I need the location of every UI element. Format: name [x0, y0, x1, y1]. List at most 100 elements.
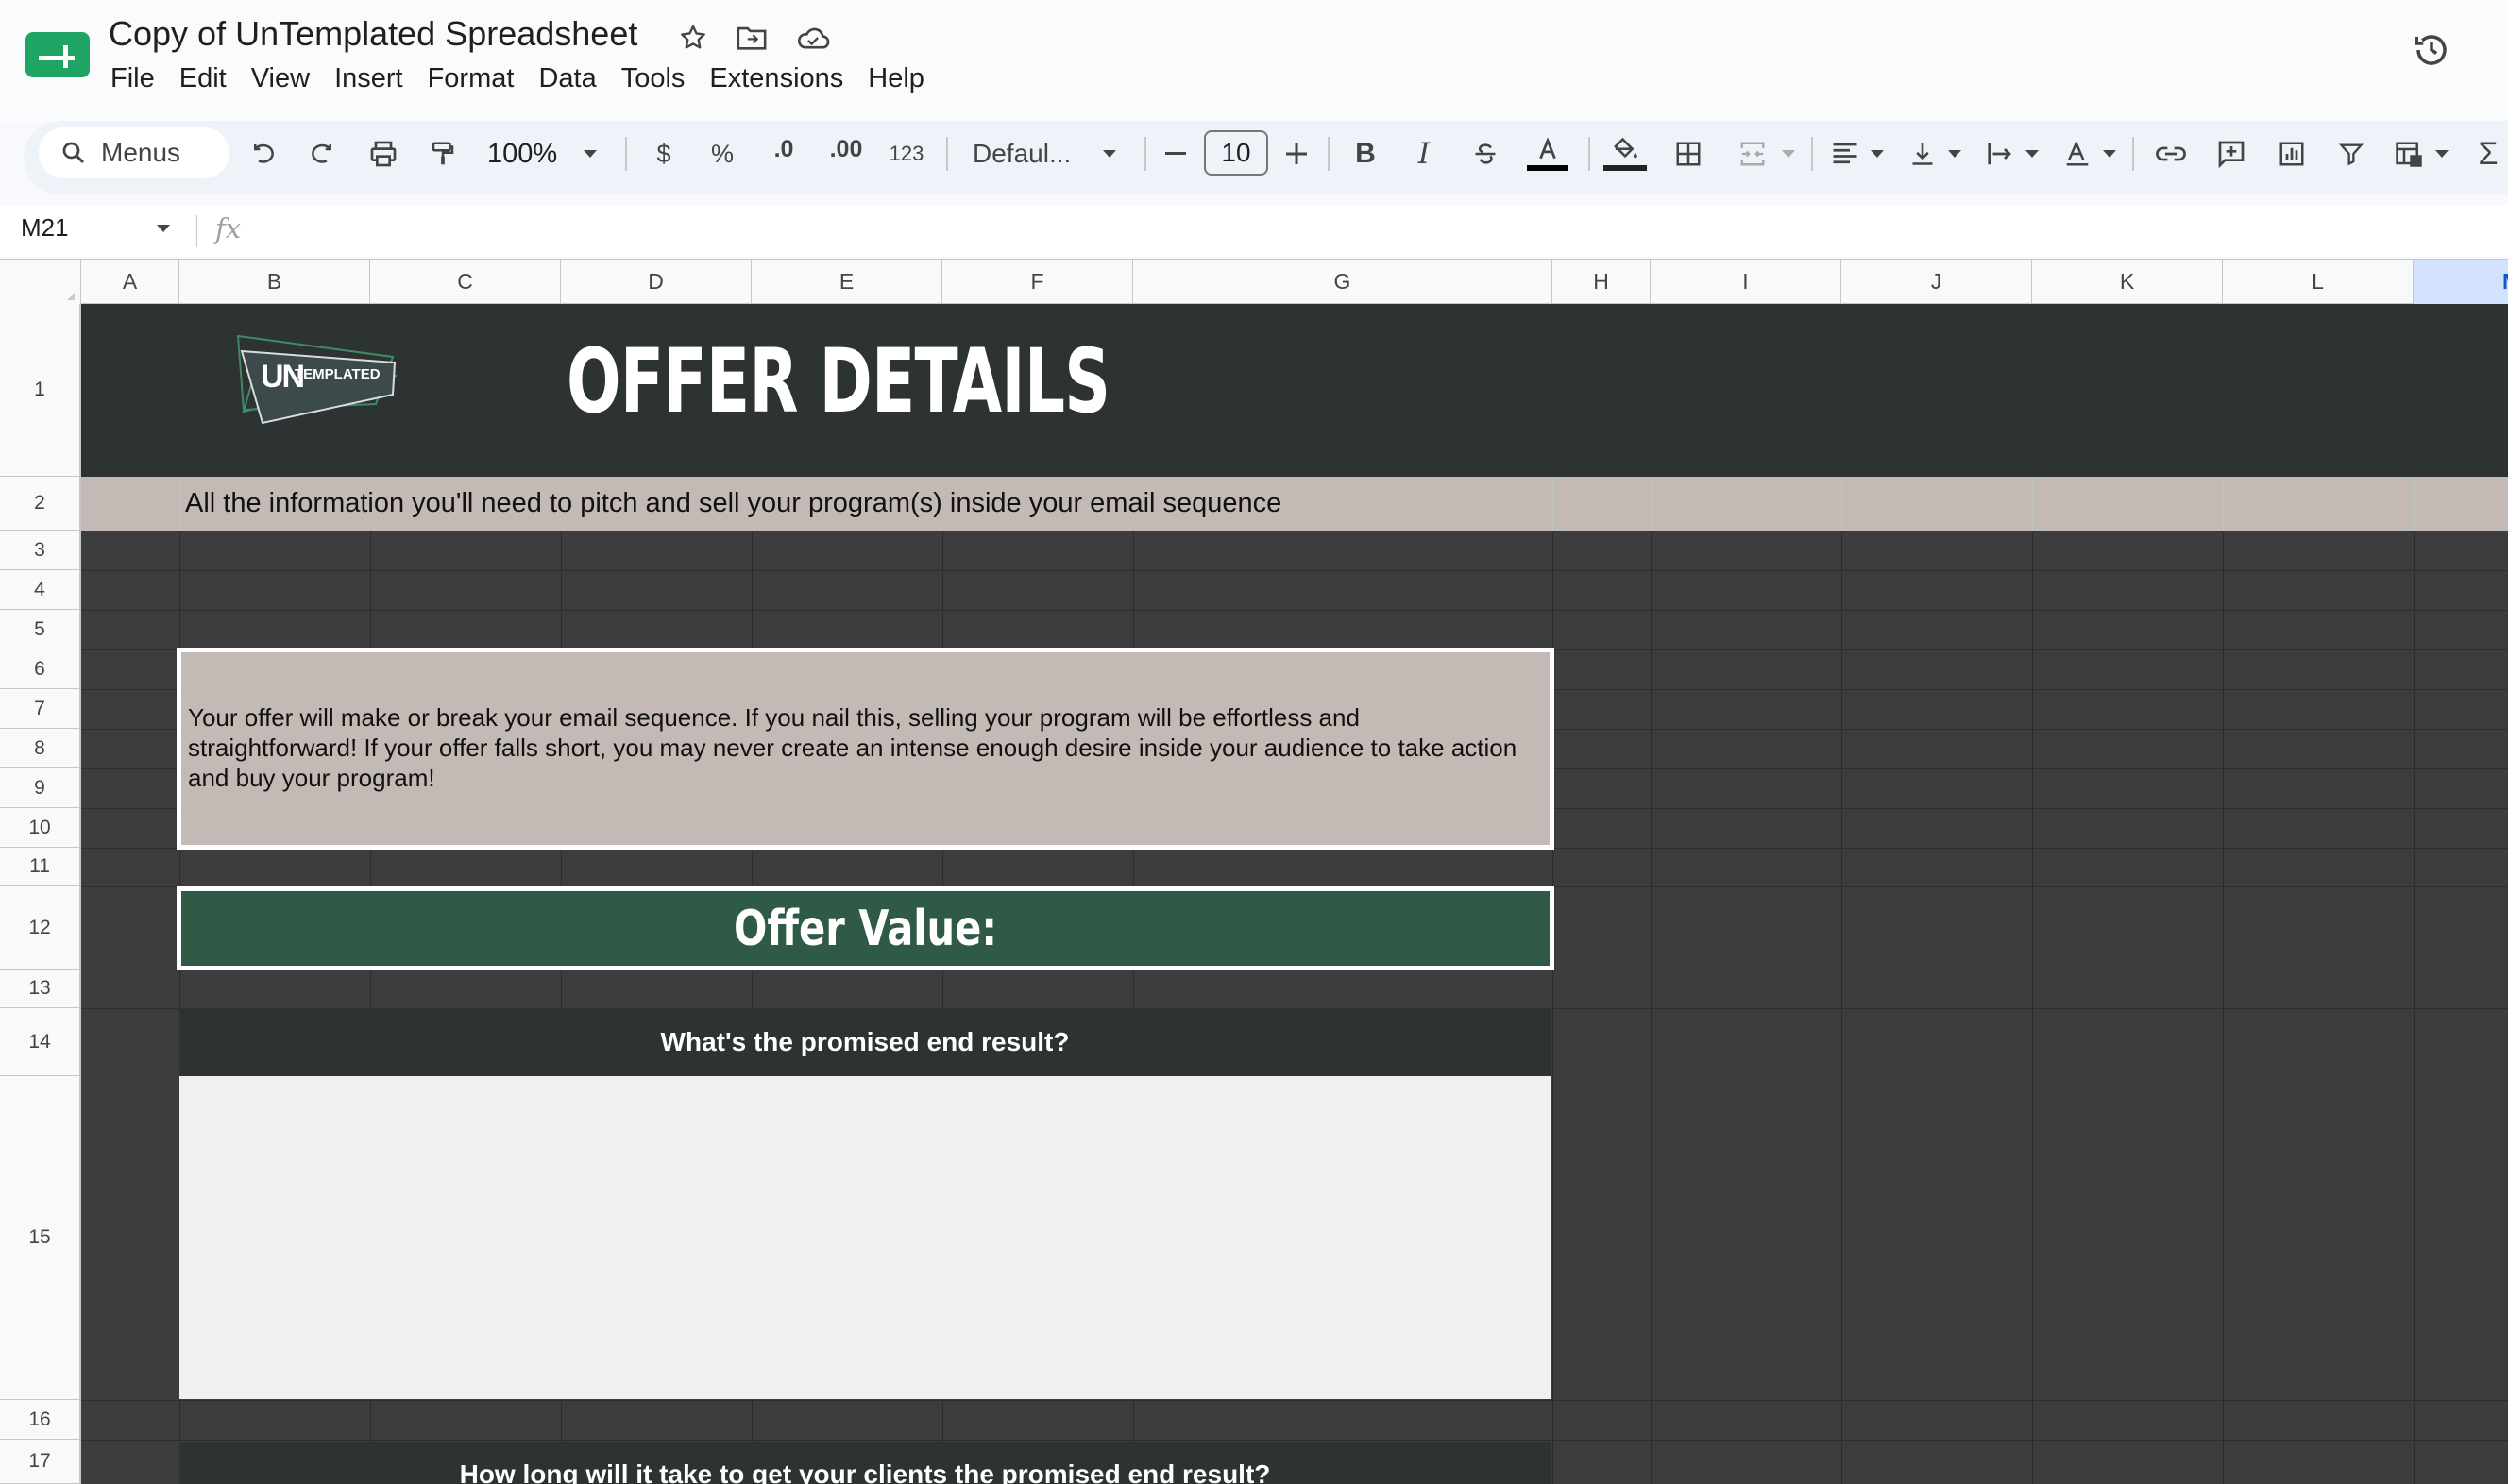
toolbar-divider	[1144, 137, 1146, 171]
column-header[interactable]: L	[2223, 260, 2414, 304]
redo-icon[interactable]	[302, 130, 342, 177]
column-header[interactable]: B	[179, 260, 370, 304]
row-header[interactable]: 1	[0, 304, 79, 477]
toolbar-divider	[625, 137, 627, 171]
menu-insert[interactable]: Insert	[322, 59, 415, 98]
cloud-status-icon[interactable]	[794, 19, 832, 57]
increase-font-size-icon[interactable]	[1280, 130, 1313, 177]
valign-chevron-down-icon[interactable]	[1943, 130, 1966, 177]
row-header[interactable]: 16	[0, 1400, 79, 1440]
column-header-selected[interactable]: M	[2414, 260, 2508, 304]
decrease-decimal-label: .0	[773, 136, 794, 162]
paint-format-icon[interactable]	[423, 130, 463, 177]
bold-button[interactable]: B	[1348, 130, 1382, 177]
formula-input[interactable]	[236, 210, 2502, 253]
version-history-icon[interactable]	[2408, 26, 2455, 74]
text-color-icon[interactable]	[1526, 130, 1569, 177]
insert-comment-icon[interactable]	[2211, 130, 2251, 177]
move-folder-icon[interactable]	[733, 19, 771, 57]
number-format-button[interactable]: 123	[886, 130, 927, 177]
vertical-align-icon[interactable]	[1904, 130, 1941, 177]
zoom-chevron-down-icon[interactable]	[576, 130, 604, 177]
page-title: OFFER DETAILS	[567, 330, 1110, 433]
sheet-grid[interactable]: UN TEMPLATED OFFER DETAILS All the infor…	[81, 304, 2508, 1484]
filter-views-icon[interactable]	[2389, 130, 2429, 177]
row-header[interactable]: 4	[0, 570, 79, 610]
select-all-corner[interactable]	[0, 260, 81, 304]
functions-sigma-icon[interactable]: Σ	[2474, 130, 2502, 177]
decrease-font-size-icon[interactable]	[1160, 130, 1192, 177]
insert-chart-icon[interactable]	[2272, 130, 2312, 177]
text-rotation-icon[interactable]	[2059, 130, 2096, 177]
toolbar-divider	[1588, 137, 1590, 171]
menu-file[interactable]: File	[98, 59, 167, 98]
decrease-decimal-button[interactable]: .0	[763, 130, 805, 177]
star-icon[interactable]	[674, 19, 712, 57]
toolbar-divider	[1811, 137, 1813, 171]
wrap-chevron-down-icon[interactable]	[2021, 130, 2043, 177]
zoom-select[interactable]: 100%	[487, 130, 563, 177]
row-header[interactable]: 17	[0, 1440, 79, 1484]
column-header[interactable]: I	[1651, 260, 1841, 304]
menu-data[interactable]: Data	[526, 59, 608, 98]
column-header[interactable]: D	[561, 260, 752, 304]
increase-decimal-button[interactable]: .00	[823, 130, 869, 177]
italic-button[interactable]: I	[1407, 130, 1441, 177]
name-box-chevron-down-icon[interactable]	[151, 210, 176, 247]
strikethrough-icon[interactable]	[1467, 130, 1503, 177]
name-box[interactable]: M21	[21, 213, 69, 243]
row-header[interactable]: 14	[0, 1008, 79, 1076]
filter-icon[interactable]	[2332, 130, 2370, 177]
column-header[interactable]: C	[370, 260, 561, 304]
rotation-chevron-down-icon[interactable]	[2098, 130, 2121, 177]
percent-button[interactable]: %	[706, 130, 738, 177]
row-header[interactable]: 2	[0, 477, 79, 531]
horizontal-align-icon[interactable]	[1826, 130, 1864, 177]
row-header[interactable]: 10	[0, 808, 79, 848]
menu-extensions[interactable]: Extensions	[697, 59, 856, 98]
text-wrap-icon[interactable]	[1981, 130, 2019, 177]
row-header[interactable]: 5	[0, 610, 79, 649]
merge-cells-icon[interactable]	[1734, 130, 1771, 177]
row-header[interactable]: 12	[0, 886, 79, 970]
menu-view[interactable]: View	[239, 59, 322, 98]
borders-icon[interactable]	[1669, 130, 1707, 177]
menus-search[interactable]: Menus	[39, 127, 229, 178]
row-headers: 1 2 3 4 5 6 7 8 9 10 11 12 13 14 15 16 1…	[0, 304, 81, 1484]
column-header[interactable]: G	[1133, 260, 1552, 304]
font-select[interactable]: Defaul...	[973, 130, 1086, 177]
print-icon[interactable]	[363, 130, 404, 177]
menu-format[interactable]: Format	[415, 59, 527, 98]
menus-search-label: Menus	[101, 138, 181, 167]
filter-views-chevron-down-icon[interactable]	[2431, 130, 2453, 177]
row-header[interactable]: 11	[0, 848, 79, 886]
insert-link-icon[interactable]	[2151, 130, 2191, 177]
menu-edit[interactable]: Edit	[167, 59, 239, 98]
row-header[interactable]: 8	[0, 729, 79, 768]
row-header[interactable]: 9	[0, 768, 79, 808]
document-title[interactable]: Copy of UnTemplated Spreadsheet	[109, 14, 637, 54]
menu-help[interactable]: Help	[856, 59, 937, 98]
column-header[interactable]: H	[1552, 260, 1651, 304]
undo-icon[interactable]	[244, 130, 283, 177]
row-header[interactable]: 3	[0, 531, 79, 570]
column-header[interactable]: A	[81, 260, 179, 304]
fill-color-icon[interactable]	[1601, 130, 1649, 177]
answer-1-input[interactable]	[179, 1076, 1551, 1399]
row-header[interactable]: 13	[0, 970, 79, 1008]
font-size-input[interactable]: 10	[1204, 130, 1268, 176]
row-header[interactable]: 15	[0, 1076, 79, 1400]
toolbar-divider	[946, 137, 948, 171]
column-header[interactable]: K	[2032, 260, 2223, 304]
sheets-logo-icon[interactable]	[25, 32, 90, 77]
merge-chevron-down-icon[interactable]	[1777, 130, 1800, 177]
row-header[interactable]: 7	[0, 689, 79, 729]
column-header[interactable]: E	[752, 260, 942, 304]
column-header[interactable]: J	[1841, 260, 2032, 304]
align-chevron-down-icon[interactable]	[1866, 130, 1889, 177]
currency-button[interactable]: $	[648, 130, 680, 177]
column-header[interactable]: F	[942, 260, 1133, 304]
menu-tools[interactable]: Tools	[609, 59, 698, 98]
row-header[interactable]: 6	[0, 649, 79, 689]
font-chevron-down-icon[interactable]	[1095, 130, 1124, 177]
